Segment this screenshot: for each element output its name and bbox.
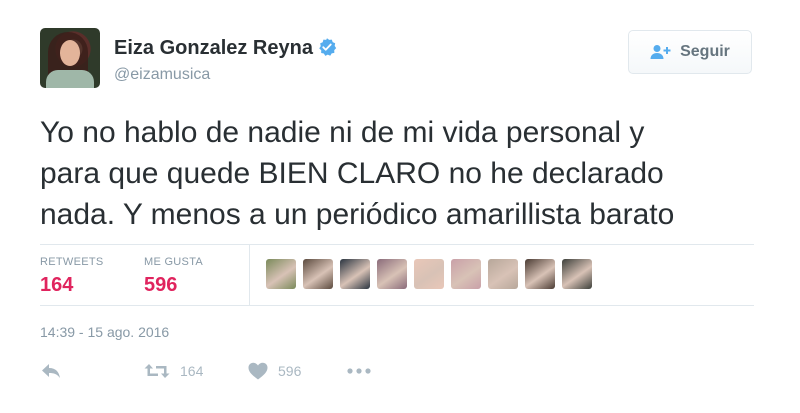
retweets-count: 164 [40,274,74,296]
reply-button[interactable] [40,362,62,380]
liker-avatar-9[interactable] [562,259,592,289]
more-button[interactable] [346,362,372,380]
follow-button-label: Seguir [680,43,730,60]
likes-stat[interactable]: ME GUSTA 596 [144,256,203,297]
retweets-label: RETWEETS [40,256,104,268]
user-handle[interactable]: @eizamusica [114,66,210,84]
divider-bottom [40,305,754,306]
retweet-button[interactable]: 164 [144,362,203,380]
tweet-text-line: para que quede BIEN CLARO no he declarad… [40,157,664,190]
user-display-name[interactable]: Eiza Gonzalez Reyna [114,37,337,60]
reply-icon [42,364,60,378]
stats-divider [249,245,250,305]
liker-avatar-6[interactable] [451,259,481,289]
like-button[interactable]: 596 [248,362,301,380]
profile-avatar[interactable] [40,28,100,88]
avatar-dress [46,70,94,88]
add-user-icon [650,45,671,59]
retweet-icon [144,364,170,378]
tweet-text-line: Yo no hablo de nadie ni de mi vida perso… [40,116,645,149]
tweet-timestamp[interactable]: 14:39 - 15 ago. 2016 [40,324,169,340]
tweet-text-line: nada. Y menos a un periódico amarillista… [40,198,675,231]
likes-count: 596 [144,274,178,296]
liker-avatar-5[interactable] [414,259,444,289]
liker-avatar-7[interactable] [488,259,518,289]
liker-avatar-3[interactable] [340,259,370,289]
like-count: 596 [278,363,302,379]
tweet-text: Yo no hablo de nadie ni de mi vida perso… [40,112,760,235]
liker-avatar-1[interactable] [266,259,296,289]
follow-button[interactable]: Seguir [628,30,752,74]
likes-label: ME GUSTA [144,256,204,268]
liker-avatar-4[interactable] [377,259,407,289]
divider-top [40,244,754,245]
liker-avatars [266,259,592,289]
more-dots-icon [347,368,371,374]
display-name-text[interactable]: Eiza Gonzalez Reyna [114,37,313,59]
heart-icon [248,362,268,380]
verified-badge-icon [319,38,337,56]
retweet-count: 164 [180,363,204,379]
avatar-face [60,40,80,66]
liker-avatar-2[interactable] [303,259,333,289]
retweets-stat[interactable]: RETWEETS 164 [40,256,104,297]
liker-avatar-8[interactable] [525,259,555,289]
